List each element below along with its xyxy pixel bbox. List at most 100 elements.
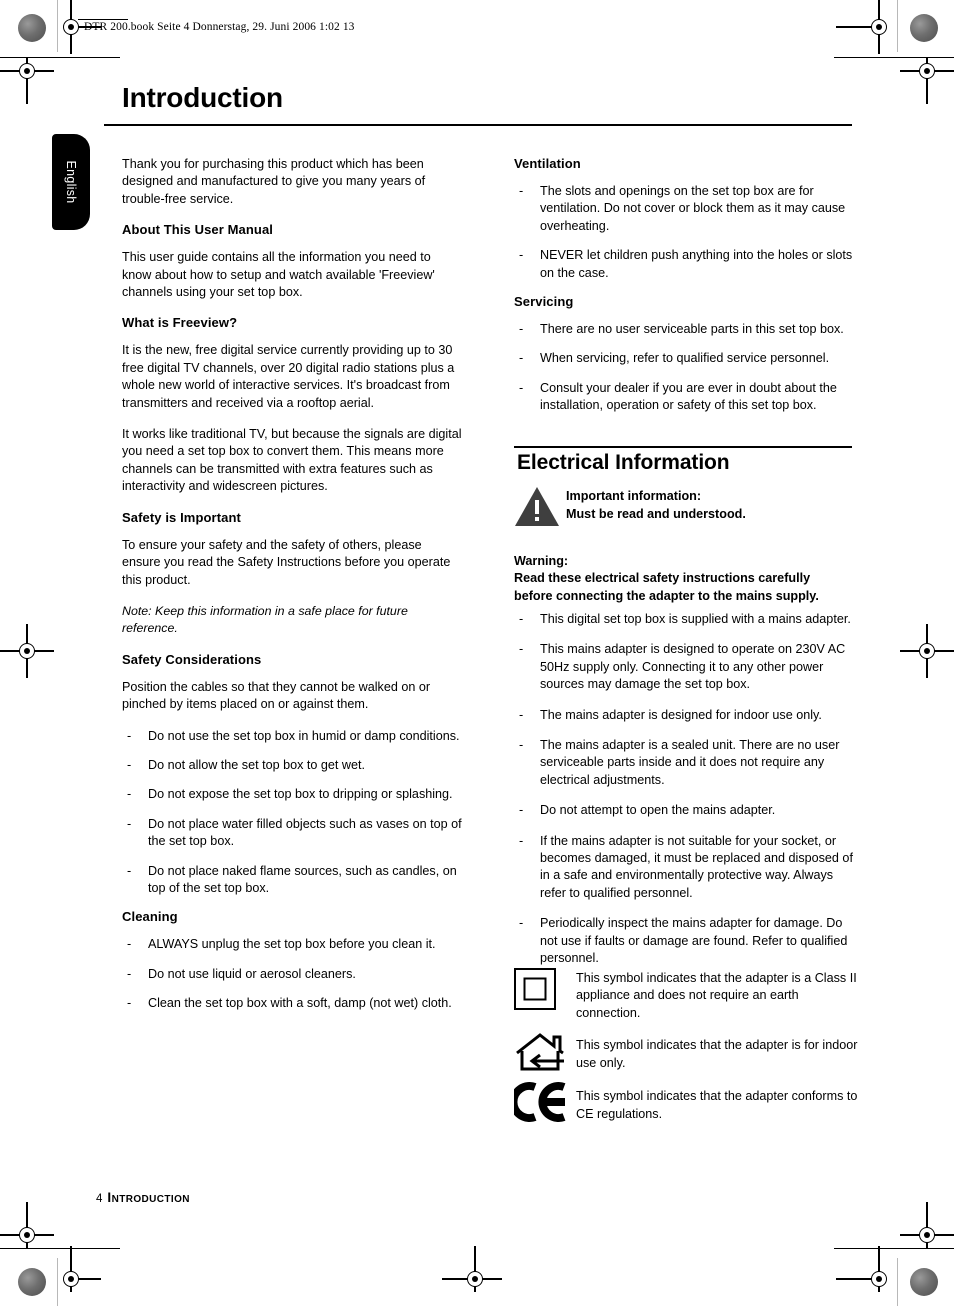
electrical-instructions-list: - This digital set top box is supplied wi… xyxy=(514,611,858,981)
dash-bullet-icon: - xyxy=(127,728,132,743)
heading-safety-considerations: Safety Considerations xyxy=(122,651,262,667)
left-column: Thank you for purchasing this product wh… xyxy=(122,156,462,1025)
important-line-1: Important information: xyxy=(566,489,702,503)
list-item-text: Do not attempt to open the mains adapter… xyxy=(540,803,776,818)
list-item-text: This mains adapter is designed to operat… xyxy=(540,642,846,692)
heading-what-is-freeview: What is Freeview? xyxy=(122,315,238,331)
list-item: - The mains adapter is a sealed unit. The… xyxy=(514,737,858,789)
registration-mark-top-right xyxy=(836,0,892,54)
dash-bullet-icon: - xyxy=(519,707,524,722)
list-item: - Do not expose the set top box to drippi… xyxy=(122,786,462,803)
dash-bullet-icon: - xyxy=(519,612,524,626)
title-divider xyxy=(104,124,852,127)
symbol-legend: This symbol indicates that the adapter i… xyxy=(514,968,858,1132)
list-item: - This mains adapter is designed to opera… xyxy=(514,641,858,693)
color-patch-bottom-left xyxy=(18,1268,46,1296)
heading-about-this-user-manual: About This User Manual xyxy=(122,222,273,238)
symbol-row-class-2: This symbol indicates that the adapter i… xyxy=(514,968,858,1022)
dash-bullet-icon: - xyxy=(519,248,524,263)
list-item-text: The mains adapter is designed for indoor… xyxy=(540,707,822,722)
servicing-list: - There are no user serviceable parts in … xyxy=(514,321,854,415)
symbol-row-indoor-use: This symbol indicates that the adapter i… xyxy=(514,1031,858,1073)
registration-mark-mid-left xyxy=(0,624,54,678)
list-item-text: If the mains adapter is not suitable for… xyxy=(540,833,853,900)
dash-bullet-icon: - xyxy=(127,816,132,831)
dash-bullet-icon: - xyxy=(519,322,524,337)
registration-mark-corner-top-right xyxy=(900,58,954,104)
list-item: - The mains adapter is designed for indoo… xyxy=(514,707,858,724)
list-item: - There are no user serviceable parts in … xyxy=(514,321,854,338)
list-item: - When servicing, refer to qualified serv… xyxy=(514,350,854,367)
color-patch-top-right xyxy=(910,14,938,42)
trim-line-bottom-right xyxy=(834,1248,954,1250)
heading-servicing: Servicing xyxy=(514,294,574,310)
trim-line-top-left xyxy=(0,57,120,59)
dash-bullet-icon: - xyxy=(519,642,524,657)
list-item-text: The mains adapter is a sealed unit. Ther… xyxy=(540,738,840,787)
considerations-paragraph: Position the cables so that they cannot … xyxy=(122,679,431,712)
indoor-use-house-icon xyxy=(516,1033,564,1071)
page-title: Introduction xyxy=(122,82,283,113)
symbol-row-ce-mark: This symbol indicates that the adapter c… xyxy=(514,1082,858,1123)
list-item: - This digital set top box is supplied wi… xyxy=(514,611,858,628)
dash-bullet-icon: - xyxy=(519,380,524,395)
list-item: - NEVER let children push anything into t… xyxy=(514,247,854,282)
registration-mark-bottom-right xyxy=(836,1246,892,1292)
list-item-text: Do not use liquid or aerosol cleaners. xyxy=(148,966,356,981)
freeview-paragraph-2: It works like traditional TV, but becaus… xyxy=(122,427,462,494)
list-item: - Do not use liquid or aerosol cleaners. xyxy=(122,966,462,983)
list-item: - Do not attempt to open the mains adapte… xyxy=(514,802,858,819)
ce-mark-icon xyxy=(514,1082,566,1123)
language-tab-english: English xyxy=(52,134,90,230)
color-patch-bottom-right xyxy=(910,1268,938,1296)
trim-line-top-right xyxy=(834,57,954,59)
registration-mark-corner-bottom-left xyxy=(0,1202,54,1248)
heading-safety-is-important: Safety is Important xyxy=(122,509,241,525)
language-tab-label: English xyxy=(64,160,78,204)
warning-label: Warning: xyxy=(514,554,569,568)
list-item: - Clean the set top box with a soft, damp… xyxy=(122,995,462,1012)
intro-paragraph: Thank you for purchasing this product wh… xyxy=(122,157,426,206)
important-information-text: Important information: Must be read and … xyxy=(566,484,746,523)
dash-bullet-icon: - xyxy=(519,833,524,848)
color-patch-top-left xyxy=(18,14,46,42)
ventilation-list: - The slots and openings on the set top b… xyxy=(514,183,854,282)
list-item-text: NEVER let children push anything into th… xyxy=(540,248,853,280)
safety-paragraph: To ensure your safety and the safety of … xyxy=(122,537,451,587)
class-2-square-icon xyxy=(514,968,556,1010)
warning-line-2: before connecting the adapter to the mai… xyxy=(514,588,819,603)
cleaning-list: - ALWAYS unplug the set top box before yo… xyxy=(122,936,462,1012)
dash-bullet-icon: - xyxy=(519,916,524,931)
registration-mark-bottom-left xyxy=(58,1246,101,1292)
dash-bullet-icon: - xyxy=(127,787,132,802)
list-item: - Do not place naked flame sources, such … xyxy=(122,863,462,898)
dash-bullet-icon: - xyxy=(519,738,524,753)
list-item-text: The slots and openings on the set top bo… xyxy=(540,184,846,233)
list-item-text: Do not use the set top box in humid or d… xyxy=(148,728,460,743)
warning-triangle-icon xyxy=(514,484,566,533)
safety-considerations-list: - Do not use the set top box in humid or … xyxy=(122,728,462,898)
dash-bullet-icon: - xyxy=(519,184,524,198)
dash-bullet-icon: - xyxy=(127,937,132,952)
safety-note: Note: Keep this information in a safe pl… xyxy=(122,603,408,636)
warning-block: Warning: Read these electrical safety in… xyxy=(514,553,858,605)
symbol-text-indoor-use: This symbol indicates that the adapter i… xyxy=(576,1038,858,1070)
dash-bullet-icon: - xyxy=(127,757,132,772)
list-item-text: Clean the set top box with a soft, damp … xyxy=(148,996,452,1011)
list-item-text: There are no user serviceable parts in t… xyxy=(540,322,844,337)
symbol-text-class-2: This symbol indicates that the adapter i… xyxy=(576,971,857,1020)
list-item-text: Consult your dealer if you are ever in d… xyxy=(540,380,837,413)
right-column: Ventilation - The slots and openings on t… xyxy=(514,156,854,427)
footer-section-title: Introduction xyxy=(107,1190,190,1205)
important-line-2: Must be read and understood. xyxy=(566,506,746,521)
list-item-text: When servicing, refer to qualified servi… xyxy=(540,351,830,366)
dash-bullet-icon: - xyxy=(127,966,132,981)
dash-bullet-icon: - xyxy=(127,996,132,1011)
registration-mark-corner-bottom-right xyxy=(900,1202,954,1248)
list-item: - ALWAYS unplug the set top box before yo… xyxy=(122,936,462,953)
list-item: - Consult your dealer if you are ever in … xyxy=(514,380,854,415)
page-footer: 4 Introduction xyxy=(96,1190,190,1205)
registration-mark-mid-right xyxy=(900,624,954,678)
symbol-text-ce-mark: This symbol indicates that the adapter c… xyxy=(576,1089,858,1121)
list-item-text: Do not allow the set top box to get wet. xyxy=(148,757,366,772)
